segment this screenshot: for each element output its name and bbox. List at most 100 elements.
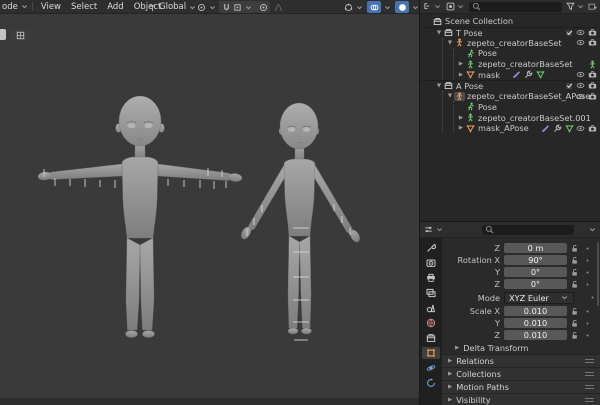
menu-add[interactable]: Add [102,2,128,12]
hide-in-viewport-eye-icon[interactable] [576,28,585,37]
3d-viewport[interactable] [0,14,420,405]
rotation-mode-dropdown[interactable]: XYZ Euler [504,291,574,304]
disclosure-icon[interactable]: ▼ [446,93,454,99]
exclude-checkbox[interactable] [565,28,573,37]
hide-in-viewport-eye-icon[interactable] [576,92,585,101]
drag-handle[interactable] [585,398,594,402]
new-collection-icon[interactable] [588,2,597,11]
lock-toggle[interactable] [567,244,582,253]
chevron-down-icon[interactable] [244,3,253,12]
disclosure-icon[interactable]: ▶ [457,125,465,131]
value-field-z[interactable]: 0.010 [504,330,567,340]
disable-in-renders-camera-icon[interactable] [588,124,597,133]
menu-view[interactable]: View [36,2,66,12]
properties-editor-type-icon[interactable] [424,225,433,234]
animate-dot[interactable] [582,258,592,263]
outliner-row[interactable]: ▼ A Pose [420,80,600,91]
value-field-rotation-x[interactable]: 90° [504,255,567,265]
outliner-row[interactable]: Pose [420,48,600,59]
disable-in-renders-camera-icon[interactable] [588,81,597,90]
tab-view-layer[interactable] [422,287,440,299]
tab-output[interactable] [422,272,440,284]
chevron-down-icon[interactable] [456,2,465,11]
animate-dot[interactable] [582,246,592,251]
mode-dropdown[interactable]: ode [0,2,29,12]
overlays-toggle[interactable] [367,1,381,13]
value-field-z[interactable]: 0° [504,279,567,289]
scrollbar[interactable] [597,242,599,306]
pivot-point-dropdown[interactable] [197,0,217,14]
disclosure-icon[interactable]: ▼ [435,83,443,89]
animate-dot[interactable] [582,309,592,314]
editor-divider-vertical[interactable] [419,0,420,405]
chevron-down-icon[interactable] [433,2,442,11]
tab-render[interactable] [422,257,440,269]
delta-transform-subpanel[interactable]: ▶ Delta Transform [442,341,600,354]
outliner-row[interactable]: ▶ mask [420,69,600,80]
disclosure-icon[interactable]: ▼ [435,30,443,36]
panel-header-visibility[interactable]: ▶ Visibility [442,393,600,405]
display-mode-icon[interactable] [423,2,432,11]
disable-in-renders-camera-icon[interactable] [588,92,597,101]
animate-dot[interactable] [582,282,592,287]
proportional-editing-toggle[interactable] [256,1,270,13]
disclosure-icon[interactable]: ▶ [457,115,465,121]
tab-object[interactable] [422,347,440,359]
character-t-pose[interactable] [37,95,243,338]
filter-funnel-icon[interactable] [566,2,575,11]
shading-solid-toggle[interactable] [395,1,409,13]
properties-search[interactable] [482,224,574,235]
disable-in-renders-camera-icon[interactable] [588,38,597,47]
chevron-down-icon[interactable] [576,2,585,11]
animate-dot[interactable] [582,321,592,326]
tab-tool[interactable] [422,242,440,254]
value-field-scale-x[interactable]: 0.010 [504,306,567,316]
exclude-checkbox[interactable] [565,81,573,90]
value-field-z[interactable]: 0 m [504,243,567,253]
chevron-down-icon[interactable] [435,225,444,234]
chevron-down-icon[interactable] [355,3,364,12]
drag-handle[interactable] [585,359,594,363]
animate-dot[interactable] [588,295,597,300]
panel-header-motion-paths[interactable]: ▶ Motion Paths [442,380,600,393]
lock-toggle[interactable] [567,331,582,340]
value-field-y[interactable]: 0.010 [504,318,567,328]
editor-type-icon[interactable] [0,29,6,40]
transform-orientation-dropdown[interactable]: Global [148,0,197,14]
hide-in-viewport-eye-icon[interactable] [576,38,585,47]
tab-physics[interactable] [422,362,440,374]
proportional-falloff-dropdown[interactable] [274,0,283,14]
snap-target-icon[interactable] [233,3,242,12]
tab-constraints[interactable] [422,377,440,389]
tab-scene[interactable] [422,302,440,314]
menu-select[interactable]: Select [66,2,102,12]
value-field-y[interactable]: 0° [504,267,567,277]
tool-settings-button[interactable] [10,29,30,41]
outliner-row[interactable]: Pose [420,102,600,113]
panel-header-relations[interactable]: ▶ Relations [442,354,600,367]
outliner-row[interactable]: ▶ zepeto_creatorBaseSet.001 [420,112,600,123]
lock-toggle[interactable] [567,268,582,277]
outliner-row[interactable]: ▼ zepeto_creatorBaseSet [420,37,600,48]
outliner-row[interactable]: ▼ zepeto_creatorBaseSet_APose [420,91,600,102]
hide-in-viewport-eye-icon[interactable] [576,70,585,79]
disclosure-icon[interactable]: ▶ [457,72,465,78]
character-a-pose[interactable] [239,102,361,335]
drag-handle[interactable] [585,385,594,389]
disclosure-icon[interactable]: ▼ [446,40,454,46]
lock-toggle[interactable] [567,307,582,316]
lock-toggle[interactable] [567,280,582,289]
outliner-row[interactable]: ▼ T Pose [420,26,600,38]
properties-search-input[interactable] [496,225,571,234]
snap-magnet-toggle[interactable] [222,3,231,12]
lock-toggle[interactable] [567,319,582,328]
hide-in-viewport-eye-icon[interactable] [576,81,585,90]
animate-dot[interactable] [582,333,592,338]
disclosure-icon[interactable]: ▶ [457,61,465,67]
tab-world[interactable] [422,317,440,329]
disable-in-renders-camera-icon[interactable] [588,28,597,37]
editor-divider-horizontal[interactable] [420,221,600,222]
disable-in-renders-camera-icon[interactable] [588,70,597,79]
animate-dot[interactable] [582,270,592,275]
drag-handle[interactable] [585,372,594,376]
